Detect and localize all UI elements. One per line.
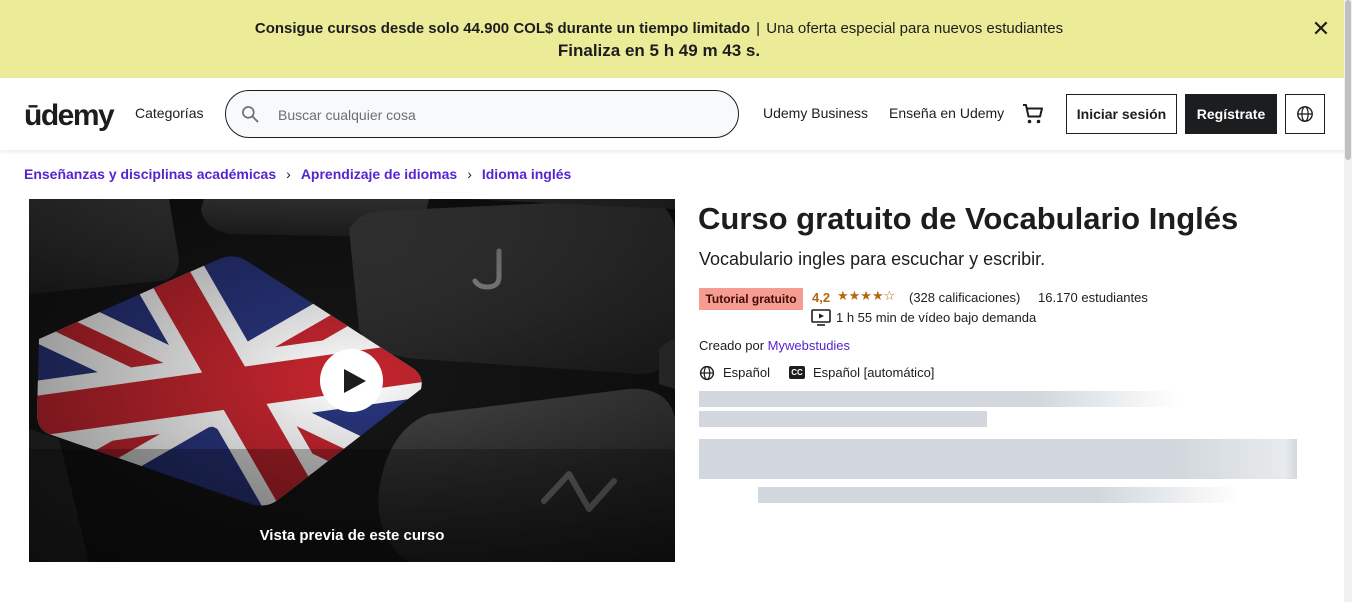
closed-captions-icon: CC	[789, 366, 805, 379]
caption-language: Español [automático]	[813, 365, 935, 380]
rating-value: 4,2	[812, 290, 831, 305]
ratings-count[interactable]: (328 calificaciones)	[909, 290, 1020, 305]
promo-offer: Consigue cursos desde solo 44.900 COL$ d…	[254, 20, 750, 37]
language-button[interactable]	[1285, 94, 1325, 134]
author-link[interactable]: Mywebstudies	[768, 338, 850, 353]
search-icon[interactable]	[240, 104, 260, 124]
course-title: Curso gratuito de Vocabulario Inglés	[698, 201, 1239, 236]
top-navbar: ūdemy Categorías Udemy Business Enseña e…	[0, 78, 1352, 150]
course-language: Español	[723, 365, 770, 380]
globe-icon	[699, 365, 715, 381]
cart-icon[interactable]	[1021, 102, 1045, 126]
search-input[interactable]	[278, 104, 718, 126]
promo-separator: |	[756, 20, 761, 37]
logo-text: ūdemy	[24, 99, 115, 132]
loading-placeholder	[699, 411, 987, 427]
page-scrollbar[interactable]	[1344, 0, 1352, 602]
promo-subtext: Una oferta especial para nuevos estudian…	[766, 20, 1064, 37]
udemy-logo[interactable]: ūdemy	[24, 98, 116, 132]
breadcrumb-item-language-learning[interactable]: Aprendizaje de idiomas	[301, 166, 457, 182]
promo-text: Consigue cursos desde solo 44.900 COL$ d…	[0, 19, 1318, 39]
breadcrumb-item-academics[interactable]: Enseñanzas y disciplinas académicas	[24, 166, 276, 182]
promo-banner: Consigue cursos desde solo 44.900 COL$ d…	[0, 0, 1352, 78]
students-count: 16.170 estudiantes	[1038, 290, 1148, 305]
course-subtitle: Vocabulario ingles para escuchar y escri…	[699, 249, 1046, 269]
close-icon[interactable]: ✕	[1308, 17, 1334, 43]
globe-icon	[1297, 106, 1313, 122]
promo-countdown: Finaliza en 5 h 49 m 43 s.	[557, 41, 761, 60]
preview-label[interactable]: Vista previa de este curso	[29, 527, 675, 544]
play-button[interactable]	[320, 349, 383, 412]
scrollbar-thumb[interactable]	[1345, 0, 1351, 160]
search-bar[interactable]	[225, 90, 739, 138]
breadcrumb: Enseñanzas y disciplinas académicas › Apre…	[24, 166, 571, 182]
created-by: Creado por Mywebstudies	[699, 338, 850, 353]
rating-stars-icon: ★★★★☆	[837, 288, 896, 303]
categories-menu[interactable]: Categorías	[135, 105, 203, 121]
breadcrumb-item-english[interactable]: Idioma inglés	[482, 166, 571, 182]
play-icon	[344, 369, 366, 393]
loading-placeholder	[699, 391, 1179, 407]
chevron-right-icon: ›	[467, 166, 472, 182]
free-tutorial-badge: Tutorial gratuito	[699, 288, 803, 310]
loading-placeholder	[699, 439, 1297, 479]
signup-button[interactable]: Regístrate	[1185, 94, 1277, 134]
video-icon	[811, 309, 831, 326]
created-by-label: Creado por	[699, 338, 765, 353]
course-preview-video[interactable]: Vista previa de este curso	[29, 199, 675, 562]
teach-on-udemy-link[interactable]: Enseña en Udemy	[889, 105, 1004, 121]
login-button[interactable]: Iniciar sesión	[1066, 94, 1177, 134]
chevron-right-icon: ›	[286, 166, 291, 182]
loading-placeholder	[758, 487, 1240, 503]
course-duration: 1 h 55 min de vídeo bajo demanda	[836, 310, 1037, 325]
udemy-business-link[interactable]: Udemy Business	[763, 105, 868, 121]
